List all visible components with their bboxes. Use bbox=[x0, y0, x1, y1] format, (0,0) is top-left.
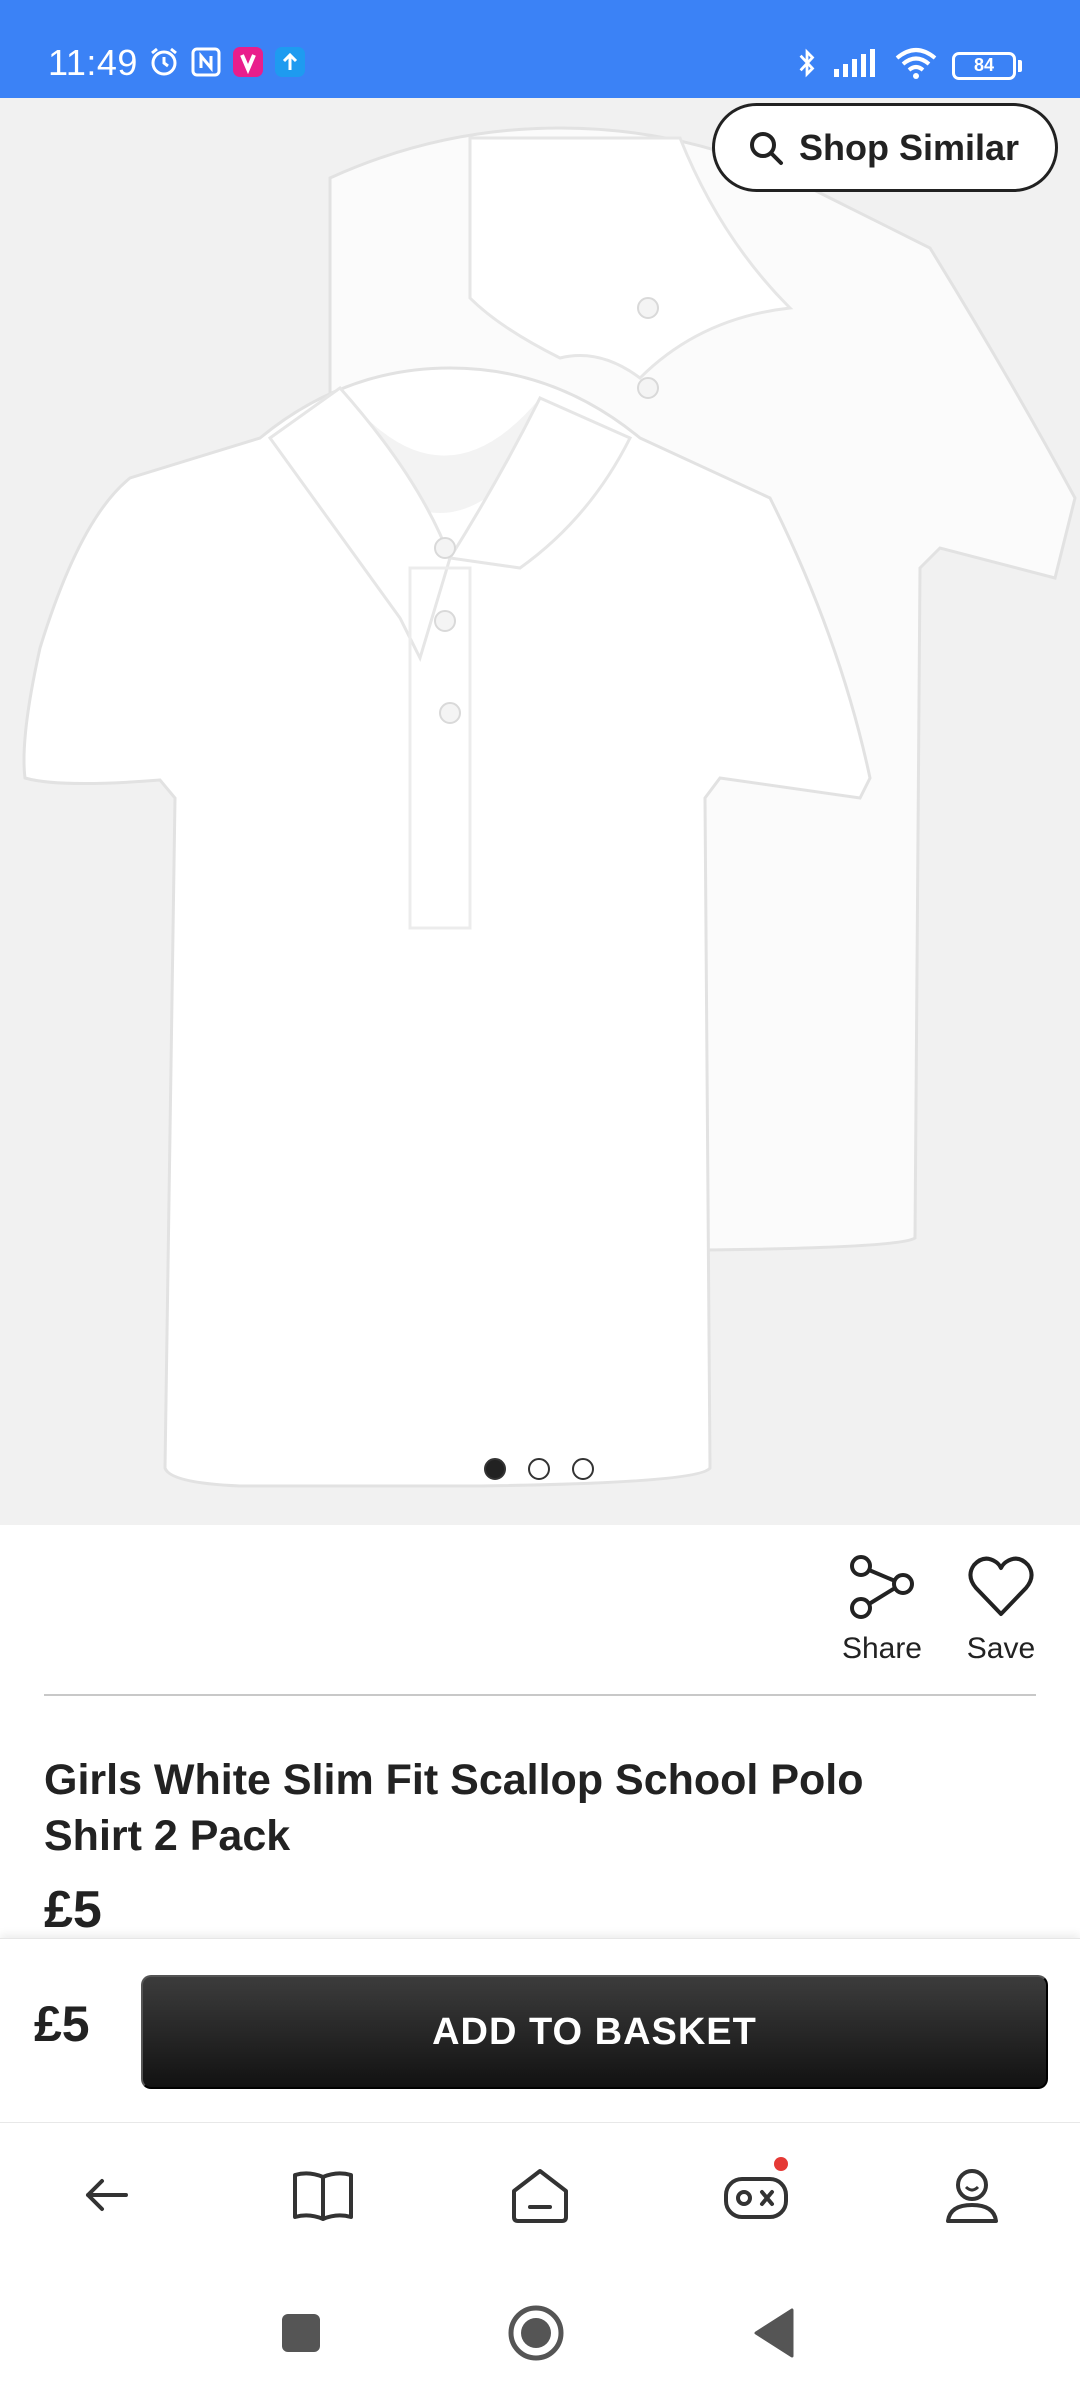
notification-dot bbox=[774, 2157, 788, 2171]
carousel-dot-2[interactable] bbox=[528, 1458, 550, 1480]
basket-bar: £5 ADD TO BASKET bbox=[0, 1938, 1080, 2122]
shop-similar-button[interactable]: Shop Similar bbox=[711, 103, 1058, 192]
heart-icon bbox=[968, 1556, 1034, 1616]
divider bbox=[44, 1694, 1036, 1696]
carousel-dots bbox=[484, 1458, 594, 1480]
add-to-basket-button[interactable]: ADD TO BASKET bbox=[141, 1975, 1048, 2089]
polo-shirts-illustration bbox=[22, 126, 1077, 1488]
home-icon[interactable] bbox=[504, 2159, 576, 2231]
product-image[interactable] bbox=[0, 98, 1080, 1525]
status-bar: 11:49 84 bbox=[0, 0, 1080, 98]
carousel-dot-1[interactable] bbox=[484, 1458, 506, 1480]
save-label: Save bbox=[966, 1632, 1036, 1665]
recents-icon[interactable] bbox=[270, 2302, 332, 2364]
back-triangle-icon[interactable] bbox=[744, 2302, 806, 2364]
product-price: £5 bbox=[44, 1881, 102, 1939]
status-time: 11:49 bbox=[48, 42, 138, 83]
product-title: Girls White Slim Fit Scallop School Polo… bbox=[44, 1756, 864, 1860]
back-icon[interactable] bbox=[70, 2159, 142, 2231]
signal-icon bbox=[832, 47, 880, 84]
system-nav bbox=[0, 2268, 1080, 2400]
battery-level: 84 bbox=[952, 51, 1016, 80]
status-icons-left bbox=[148, 46, 306, 78]
save-button[interactable]: Save bbox=[966, 1552, 1036, 1666]
status-icons-right: 84 bbox=[796, 46, 1022, 85]
games-icon[interactable] bbox=[720, 2157, 792, 2231]
share-label: Share bbox=[841, 1632, 922, 1665]
app-notification-icon bbox=[232, 46, 264, 78]
battery-icon: 84 bbox=[952, 51, 1022, 80]
profile-icon[interactable] bbox=[936, 2159, 1008, 2231]
basket-price: £5 bbox=[34, 1996, 90, 2052]
share-icon bbox=[849, 1555, 914, 1619]
search-icon bbox=[749, 131, 783, 165]
share-button[interactable]: Share bbox=[842, 1552, 922, 1666]
nfc-icon bbox=[190, 46, 222, 78]
home-circle-icon[interactable] bbox=[505, 2302, 567, 2364]
bluetooth-icon bbox=[796, 46, 818, 85]
product-actions: Share Save bbox=[842, 1552, 1036, 1666]
wifi-icon bbox=[894, 46, 938, 85]
carousel-dot-3[interactable] bbox=[572, 1458, 594, 1480]
alarm-icon bbox=[148, 46, 180, 78]
book-icon[interactable] bbox=[287, 2159, 359, 2231]
browser-nav bbox=[0, 2122, 1080, 2268]
upload-icon bbox=[274, 46, 306, 78]
shop-similar-label: Shop Similar bbox=[798, 126, 1019, 168]
